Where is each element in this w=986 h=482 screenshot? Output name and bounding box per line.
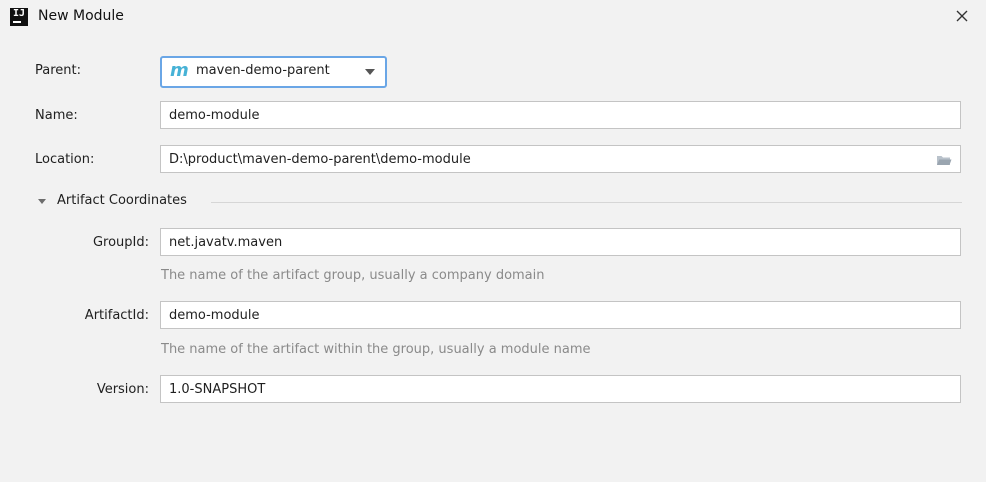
maven-icon: m xyxy=(170,60,189,81)
close-icon xyxy=(956,10,968,22)
groupid-label: GroupId: xyxy=(92,235,149,250)
artifactid-field[interactable] xyxy=(160,301,961,329)
version-label: Version: xyxy=(96,382,149,397)
folder-icon xyxy=(937,156,952,165)
section-title: Artifact Coordinates xyxy=(57,193,187,208)
intellij-icon: IJ xyxy=(10,8,28,26)
parent-dropdown[interactable]: m maven-demo-parent xyxy=(160,56,387,88)
triangle-down-icon xyxy=(38,199,46,204)
parent-value: maven-demo-parent xyxy=(196,63,330,78)
new-module-dialog: IJ New Module Parent: m maven-demo-paren… xyxy=(0,0,986,482)
artifactid-hint: The name of the artifact within the grou… xyxy=(161,342,591,357)
app-icon-text: IJ xyxy=(13,8,26,19)
parent-label: Parent: xyxy=(35,63,81,78)
location-label: Location: xyxy=(35,152,95,167)
groupid-field[interactable] xyxy=(160,228,961,256)
groupid-hint: The name of the artifact group, usually … xyxy=(161,268,545,283)
window-title: New Module xyxy=(38,8,124,24)
browse-button[interactable] xyxy=(936,153,952,167)
version-field[interactable] xyxy=(160,375,961,403)
section-divider xyxy=(211,202,962,203)
title-bar: IJ New Module xyxy=(0,0,986,34)
artifact-coordinates-section[interactable]: Artifact Coordinates xyxy=(36,193,962,211)
name-label: Name: xyxy=(35,108,78,123)
chevron-down-icon xyxy=(365,69,375,75)
location-field[interactable] xyxy=(160,145,961,173)
close-button[interactable] xyxy=(952,6,972,26)
artifactid-label: ArtifactId: xyxy=(84,308,149,323)
name-field[interactable] xyxy=(160,101,961,129)
